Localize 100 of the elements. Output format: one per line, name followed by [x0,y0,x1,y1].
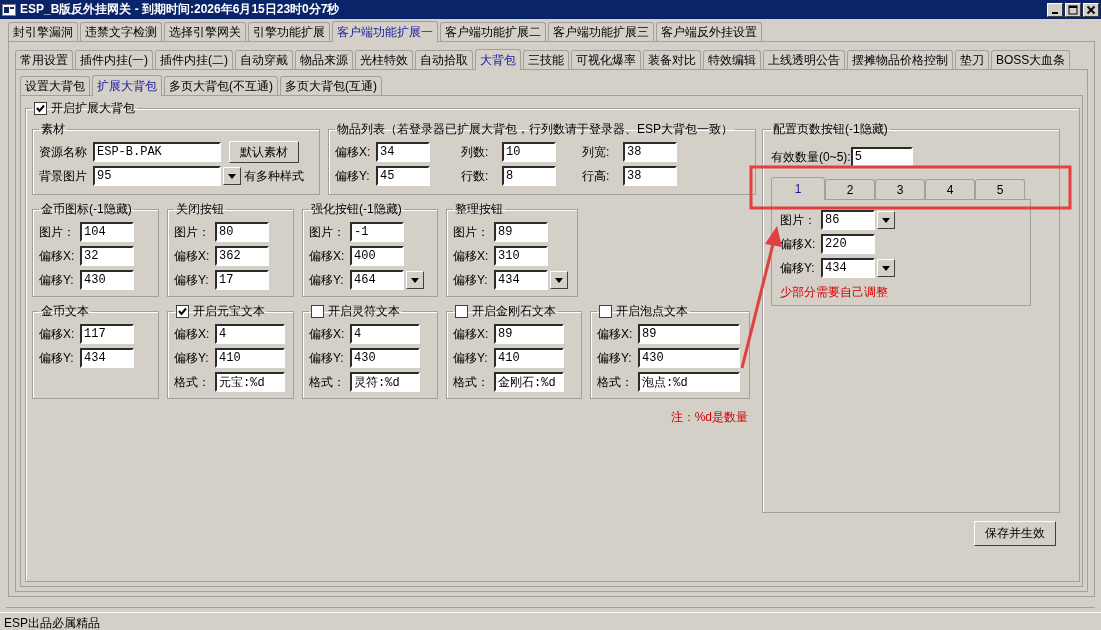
tab[interactable]: BOSS大血条 [991,50,1071,69]
input-field[interactable]: ESP-B.PAK [93,142,221,162]
input-field[interactable]: 38 [623,142,677,162]
tab[interactable]: 选择引擎网关 [164,22,246,41]
field-label: 偏移Y: [780,259,816,277]
tab[interactable]: 违禁文字检测 [80,22,162,41]
input-field[interactable]: 45 [376,166,430,186]
tab[interactable]: 3 [875,179,925,199]
checkbox[interactable] [599,305,612,318]
minimize-button[interactable] [1047,2,1063,17]
group-title: 开启灵符文本 [328,303,400,320]
input-field[interactable]: 5 [850,147,913,167]
checkbox[interactable] [455,305,468,318]
input-field[interactable]: 430 [80,270,134,290]
dropdown-button[interactable] [223,167,241,185]
input-field[interactable]: 泡点:%d [638,372,740,392]
tab[interactable]: 三技能 [523,50,569,69]
field-label: 偏移Y: [309,271,345,289]
input-field[interactable]: 17 [215,270,269,290]
input-field[interactable]: 430 [350,348,420,368]
tab[interactable]: 插件内挂(一) [75,50,153,69]
tab[interactable]: 摆摊物品价格控制 [847,50,953,69]
field-label: 偏移X: [309,325,346,343]
tab[interactable]: 客户端功能扩展一 [332,21,438,42]
tab[interactable]: 大背包 [475,49,521,70]
tab[interactable]: 1 [771,177,825,200]
tab[interactable]: 封引擎漏洞 [8,22,78,41]
input-field[interactable]: 410 [494,348,564,368]
input-field[interactable]: 464 [350,270,404,290]
group-title: 物品列表（若登录器已扩展大背包，行列数请于登录器、ESP大背包一致） [337,121,733,138]
input-field[interactable]: 80 [215,222,269,242]
input-field[interactable]: 4 [350,324,420,344]
input-field[interactable]: 434 [494,270,548,290]
input-field[interactable]: 10 [502,142,556,162]
default-material-button[interactable]: 默认素材 [229,141,299,163]
hint-text: 有多种样式 [244,167,304,185]
input-field[interactable]: 434 [80,348,134,368]
input-field[interactable]: 434 [821,258,875,278]
checkbox[interactable] [34,102,47,115]
input-field[interactable]: 430 [638,348,740,368]
group-title: 关闭按钮 [176,201,224,218]
tab[interactable]: 上线透明公告 [763,50,845,69]
input-field[interactable]: 95 [93,166,221,186]
field-label: 偏移Y: [335,167,371,185]
tab[interactable]: 自动拾取 [415,50,473,69]
tab[interactable]: 5 [975,179,1025,199]
input-field[interactable]: 8 [502,166,556,186]
input-field[interactable]: 310 [494,246,548,266]
input-field[interactable]: 400 [350,246,404,266]
input-field[interactable]: 89 [494,222,548,242]
tab[interactable]: 特效编辑 [703,50,761,69]
input-field[interactable]: 117 [80,324,134,344]
caret-icon [882,217,890,223]
field-label: 偏移Y: [453,271,489,289]
input-field[interactable]: 4 [215,324,285,344]
dropdown-button[interactable] [550,271,568,289]
input-field[interactable]: 89 [638,324,740,344]
input-field[interactable]: 89 [494,324,564,344]
field-label: 格式： [597,373,634,391]
input-field[interactable]: 104 [80,222,134,242]
tab[interactable]: 光柱特效 [355,50,413,69]
tab[interactable]: 自动穿戴 [235,50,293,69]
input-field[interactable]: -1 [350,222,404,242]
tab[interactable]: 插件内挂(二) [155,50,233,69]
tab[interactable]: 引擎功能扩展 [248,22,330,41]
tab[interactable]: 装备对比 [643,50,701,69]
close-button[interactable] [1083,2,1099,17]
input-field[interactable]: 金刚石:%d [494,372,564,392]
maximize-button[interactable] [1065,2,1081,17]
dropdown-button[interactable] [877,259,895,277]
input-field[interactable]: 410 [215,348,285,368]
group-title: 开启金刚石文本 [472,303,556,320]
tab[interactable]: 可视化爆率 [571,50,641,69]
tab[interactable]: 客户端功能扩展三 [548,22,654,41]
input-field[interactable]: 34 [376,142,430,162]
tab[interactable]: 垫刀 [955,50,989,69]
tab[interactable]: 物品来源 [295,50,353,69]
checkbox[interactable] [176,305,189,318]
input-field[interactable]: 86 [821,210,875,230]
dropdown-button[interactable] [406,271,424,289]
input-field[interactable]: 元宝:%d [215,372,285,392]
group-title: 配置页数按钮(-1隐藏) [773,121,888,138]
tab[interactable]: 多页大背包(不互通) [164,76,278,95]
checkbox[interactable] [311,305,324,318]
input-field[interactable]: 32 [80,246,134,266]
tab[interactable]: 设置大背包 [20,76,90,95]
tab[interactable]: 2 [825,179,875,199]
input-field[interactable]: 灵符:%d [350,372,420,392]
input-field[interactable]: 220 [821,234,875,254]
tab[interactable]: 客户端反外挂设置 [656,22,762,41]
input-field[interactable]: 38 [623,166,677,186]
input-field[interactable]: 362 [215,246,269,266]
field-label: 图片： [174,223,211,241]
tab[interactable]: 4 [925,179,975,199]
tab[interactable]: 常用设置 [15,50,73,69]
tab[interactable]: 客户端功能扩展二 [440,22,546,41]
dropdown-button[interactable] [877,211,895,229]
tab[interactable]: 多页大背包(互通) [280,76,382,95]
tab[interactable]: 扩展大背包 [92,75,162,96]
save-button[interactable]: 保存并生效 [974,521,1056,546]
